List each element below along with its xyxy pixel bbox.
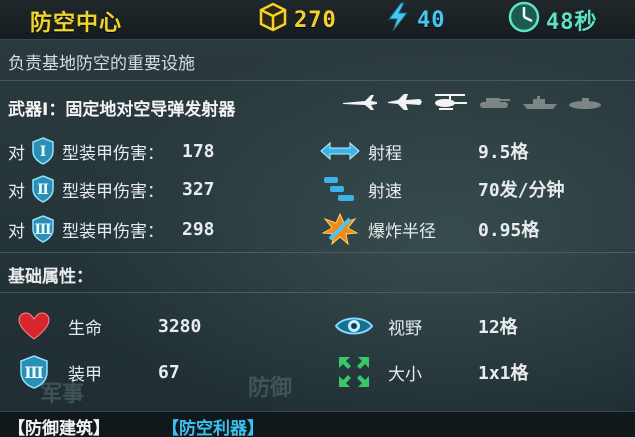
armor-tier-glyph: Ⅲ <box>24 363 43 382</box>
armor-tier-glyph: Ⅱ <box>37 182 49 198</box>
tag-defense-building: 【防御建筑】 <box>8 419 110 437</box>
armor-prefix: 对 <box>8 143 25 164</box>
weapon-stat-rate: 射速 70发/分钟 <box>318 174 565 204</box>
weapon-stat-label: 爆炸半径 <box>368 221 436 242</box>
weapon-stat-label: 射速 <box>368 181 402 202</box>
weapon-stat-value: 9.5格 <box>478 142 529 163</box>
armor-damage-label: 型装甲伤害： <box>62 143 164 164</box>
background-label-defense: 防御 <box>248 376 293 401</box>
armor-tier-shield-icon: Ⅰ <box>30 137 56 165</box>
lightning-icon <box>385 2 411 38</box>
bomber-icon <box>385 92 425 112</box>
weapon-stat-value: 70发/分钟 <box>478 180 565 201</box>
armor-damage-value: 178 <box>182 140 215 162</box>
building-description: 负责基地防空的重要设施 <box>8 54 195 74</box>
attr-label: 视野 <box>388 318 422 339</box>
armor-prefix: 对 <box>8 221 25 242</box>
armor-shield-icon: Ⅲ <box>14 355 54 389</box>
range-arrows-icon <box>318 136 362 166</box>
time-value: 48秒 <box>546 10 598 35</box>
armor-damage-row-2: 对 Ⅱ 型装甲伤害： 327 <box>8 174 215 204</box>
base-attributes-title: 基础属性： <box>8 267 93 287</box>
size-arrows-icon <box>334 355 374 389</box>
explosion-icon <box>318 213 362 245</box>
attr-label: 装甲 <box>68 364 102 385</box>
attr-value: 1x1格 <box>478 363 529 384</box>
fighter-jet-icon <box>340 92 380 112</box>
submarine-icon <box>565 92 605 112</box>
divider <box>0 80 635 81</box>
divider <box>0 292 635 293</box>
attr-vision: 视野 12格 <box>334 308 518 344</box>
weapon-label: 武器Ⅰ：固定地对空导弹发射器 <box>8 100 236 120</box>
energy-cost: 40 <box>385 2 446 38</box>
fire-rate-icon <box>318 174 362 204</box>
armor-damage-row-1: 对 Ⅰ 型装甲伤害： 178 <box>8 136 215 166</box>
attr-hp: 生命 3280 <box>14 308 201 344</box>
building-title: 防空中心 <box>30 11 123 36</box>
energy-value: 40 <box>417 7 446 33</box>
armor-tier-glyph: Ⅲ <box>34 222 51 238</box>
attr-value: 3280 <box>158 315 202 337</box>
heart-icon <box>14 309 54 343</box>
clock-icon <box>508 1 540 39</box>
warship-icon <box>520 92 560 112</box>
weapon-stat-value: 0.95格 <box>478 220 540 241</box>
eye-icon <box>334 309 374 343</box>
tag-bar: 【防御建筑】 【防空利器】 <box>0 411 635 437</box>
gold-value: 270 <box>294 7 337 33</box>
armor-damage-label: 型装甲伤害： <box>62 181 164 202</box>
gold-cost: 270 <box>258 2 337 38</box>
gold-cube-icon <box>258 2 288 38</box>
divider <box>0 252 635 253</box>
attr-value: 67 <box>158 361 180 383</box>
armor-damage-row-3: 对 Ⅲ 型装甲伤害： 298 <box>8 214 215 244</box>
armor-tier-glyph: Ⅰ <box>40 144 47 160</box>
helicopter-icon <box>430 92 470 112</box>
attr-value: 12格 <box>478 317 518 338</box>
weapon-stat-label: 射程 <box>368 143 402 164</box>
build-time: 48秒 <box>508 1 598 39</box>
armor-tier-shield-icon: Ⅲ <box>30 215 56 243</box>
attr-label: 大小 <box>388 364 422 385</box>
tag-anti-air-weapon: 【防空利器】 <box>162 419 264 437</box>
attr-label: 生命 <box>68 318 102 339</box>
armor-tier-shield-icon: Ⅱ <box>30 175 56 203</box>
weapon-stat-blast: 爆炸半径 0.95格 <box>318 213 540 245</box>
header-bar: 防空中心 270 40 48秒 <box>0 0 635 40</box>
weapon-stat-range: 射程 9.5格 <box>318 136 529 166</box>
tank-icon <box>475 92 515 112</box>
armor-damage-value: 298 <box>182 218 215 240</box>
target-types <box>340 92 605 112</box>
armor-prefix: 对 <box>8 181 25 202</box>
attr-armor: Ⅲ 装甲 67 <box>14 354 180 390</box>
armor-damage-label: 型装甲伤害： <box>62 221 164 242</box>
attr-size: 大小 1x1格 <box>334 354 529 390</box>
armor-damage-value: 327 <box>182 178 215 200</box>
